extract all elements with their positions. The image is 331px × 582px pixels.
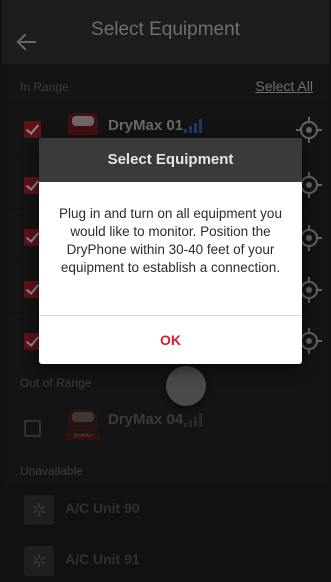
floating-action-button[interactable] bbox=[166, 366, 206, 406]
dialog: Select Equipment Plug in and turn on all… bbox=[39, 138, 302, 364]
dialog-title: Select Equipment bbox=[39, 138, 302, 182]
ok-button[interactable]: OK bbox=[39, 316, 302, 364]
dialog-message: Plug in and turn on all equipment you wo… bbox=[59, 206, 282, 275]
screen: Select Equipment In Range Select All Dry… bbox=[0, 0, 331, 582]
